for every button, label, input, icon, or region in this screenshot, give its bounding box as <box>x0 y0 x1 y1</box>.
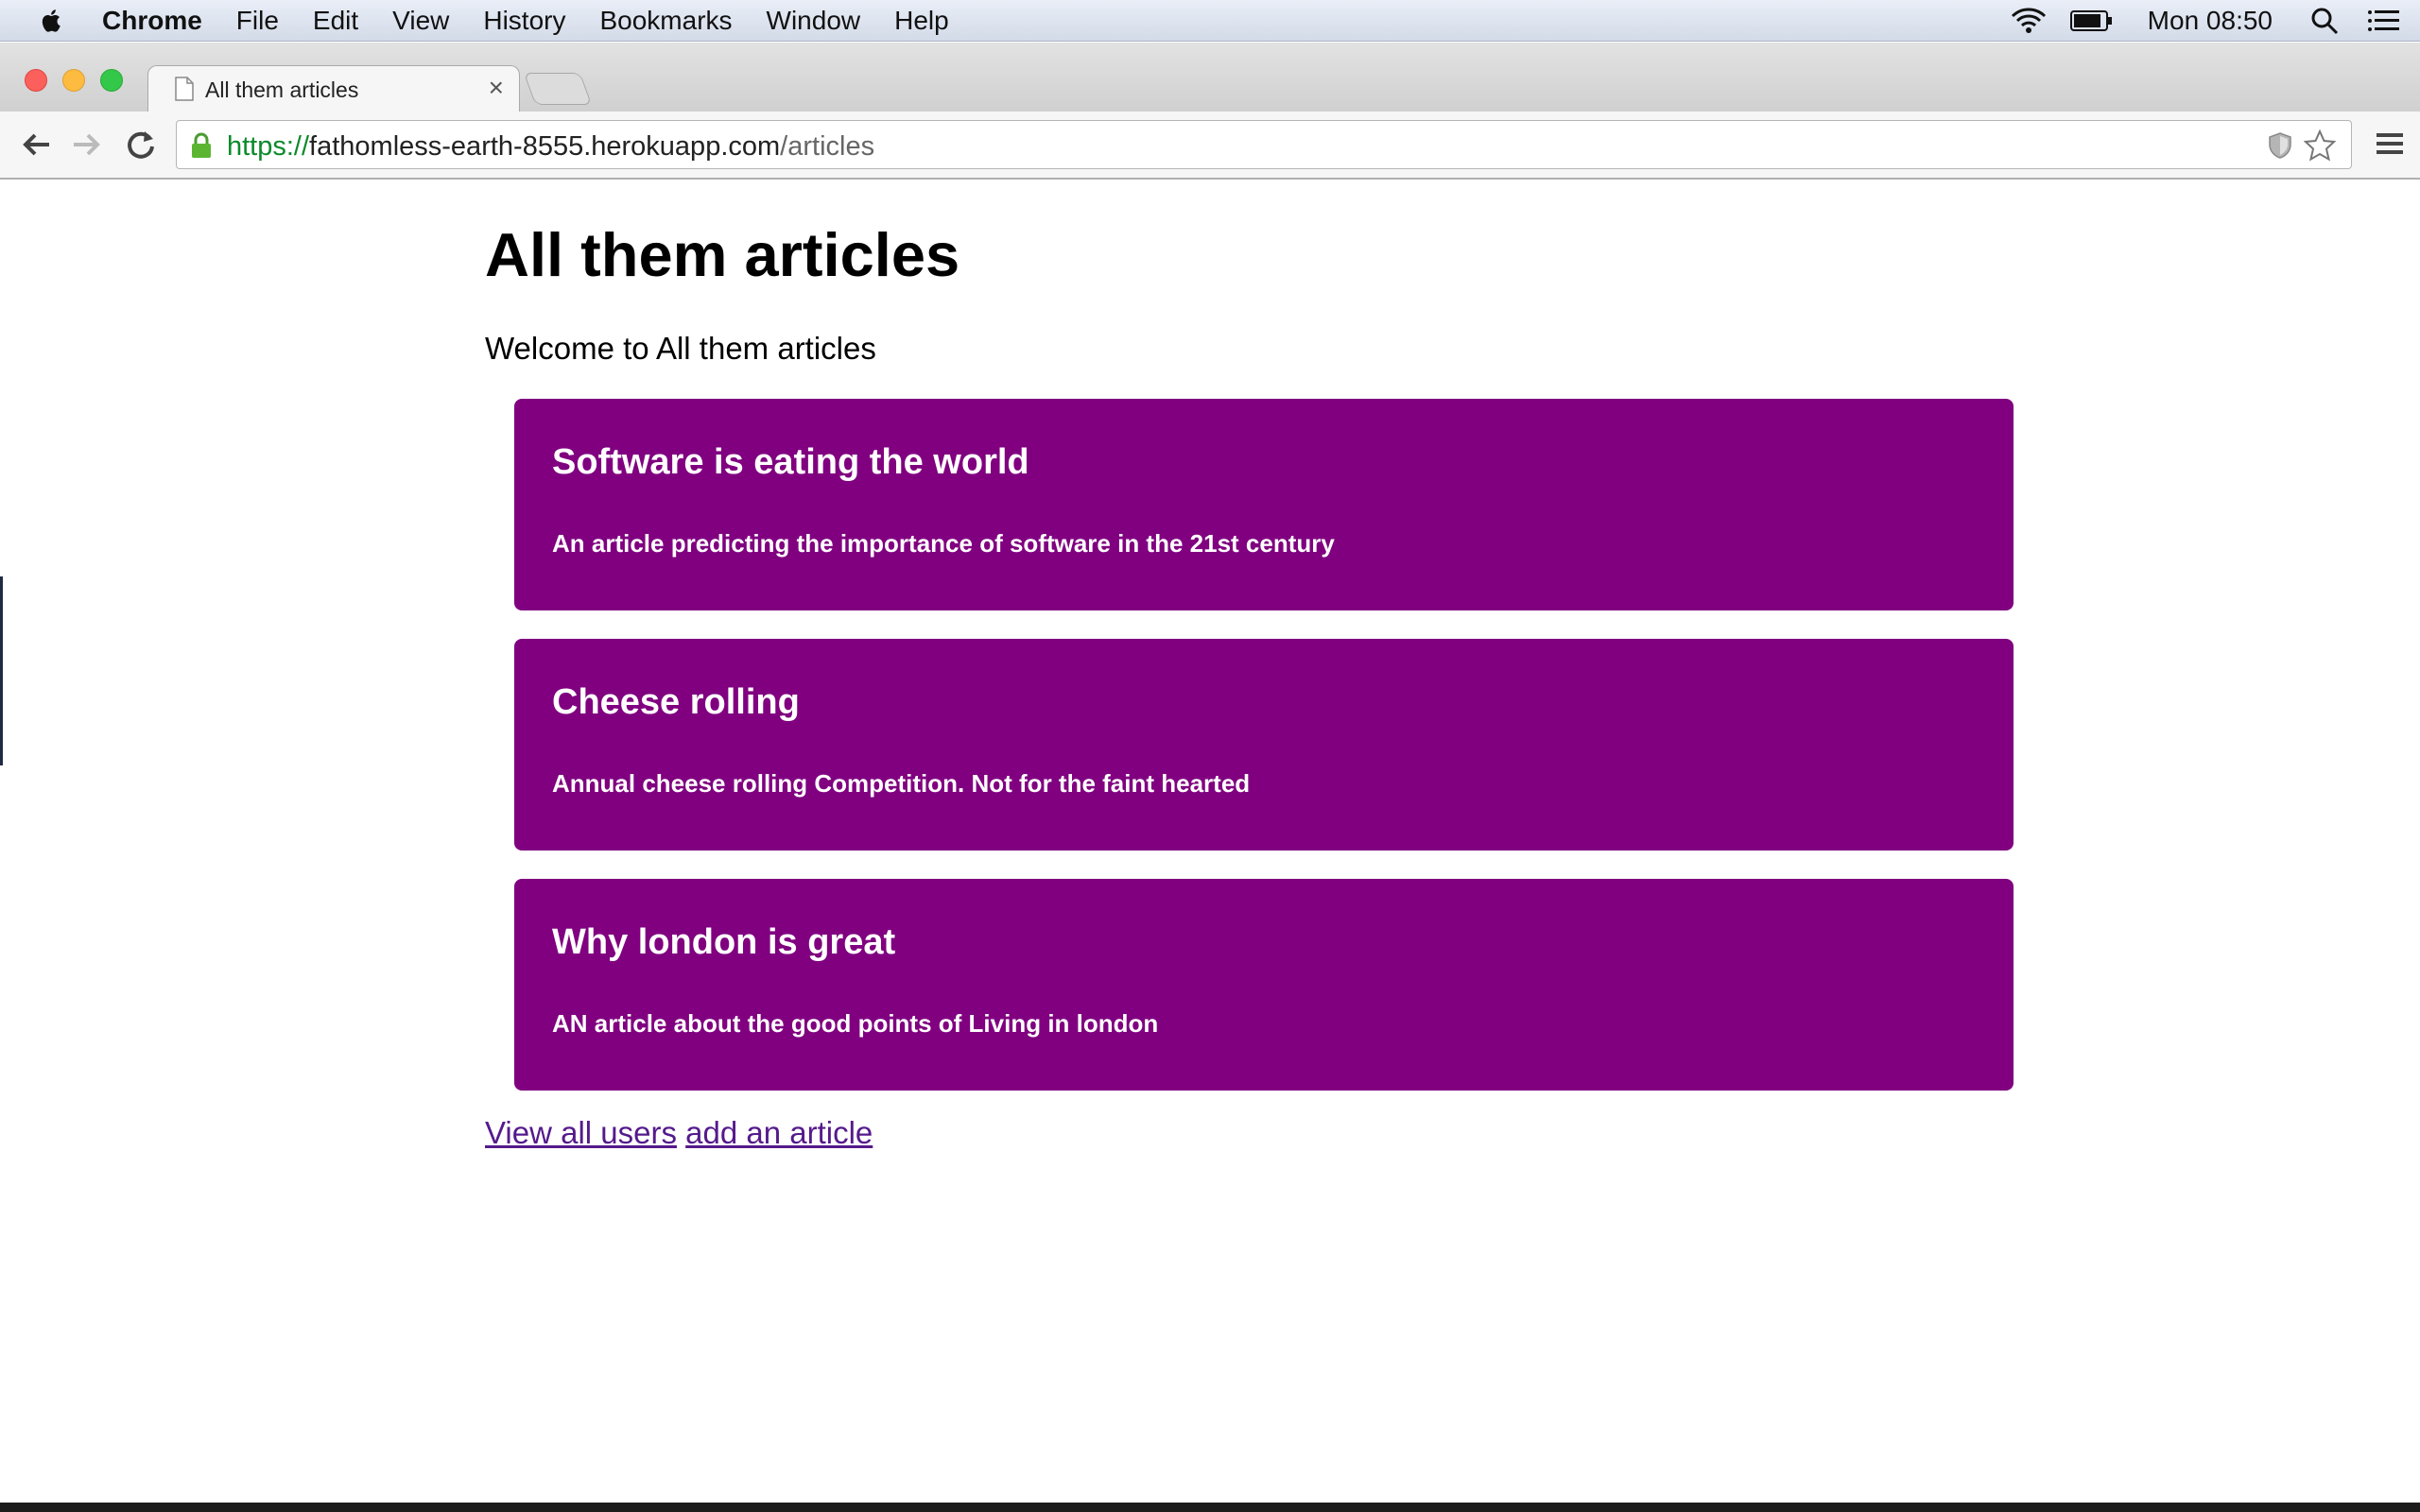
forward-arrow-icon[interactable] <box>70 128 104 162</box>
address-bar[interactable]: https://fathomless-earth-8555.herokuapp.… <box>176 120 2352 169</box>
article-card[interactable]: Why london is great AN article about the… <box>514 879 2014 1091</box>
zoom-window-button[interactable] <box>100 69 123 92</box>
url-path: /articles <box>780 131 875 162</box>
menu-help[interactable]: Help <box>894 6 949 36</box>
menu-window[interactable]: Window <box>767 6 861 36</box>
window-bottom-edge <box>0 1503 2420 1512</box>
new-tab-button[interactable] <box>523 73 593 105</box>
menu-view[interactable]: View <box>392 6 449 36</box>
article-description: AN article about the good points of Livi… <box>552 1009 1159 1038</box>
tab-title: All them articles <box>205 77 359 102</box>
back-arrow-icon[interactable] <box>19 128 53 162</box>
macos-menu-bar: Chrome File Edit View History Bookmarks … <box>0 0 2420 42</box>
desktop-edge <box>0 576 3 765</box>
article-description: An article predicting the importance of … <box>552 529 1335 558</box>
browser-toolbar: https://fathomless-earth-8555.herokuapp.… <box>0 112 2420 180</box>
article-title: Why london is great <box>552 922 896 962</box>
view-all-users-link[interactable]: View all users <box>485 1115 677 1150</box>
page-title: All them articles <box>485 220 960 289</box>
article-card[interactable]: Software is eating the world An article … <box>514 399 2014 610</box>
menu-history[interactable]: History <box>483 6 565 36</box>
menu-edit[interactable]: Edit <box>313 6 358 36</box>
menu-file[interactable]: File <box>236 6 279 36</box>
wifi-icon[interactable] <box>2010 7 2048 35</box>
apple-logo-icon[interactable] <box>38 7 66 35</box>
article-title: Software is eating the world <box>552 442 1029 482</box>
reload-icon[interactable] <box>125 128 157 162</box>
battery-icon[interactable] <box>2069 9 2114 32</box>
menu-bar-clock[interactable]: Mon 08:50 <box>2148 6 2273 36</box>
url-host: fathomless-earth-8555.herokuapp.com <box>309 131 781 162</box>
menu-bookmarks[interactable]: Bookmarks <box>599 6 732 36</box>
tab-all-them-articles[interactable]: All them articles × <box>147 65 520 112</box>
tab-strip: All them articles × <box>0 43 2420 112</box>
notification-center-icon[interactable] <box>2367 8 2401 34</box>
minimize-window-button[interactable] <box>62 69 85 92</box>
footer-links: View all users add an article <box>485 1115 873 1151</box>
welcome-text: Welcome to All them articles <box>485 331 876 366</box>
menu-chrome[interactable]: Chrome <box>102 6 202 36</box>
article-title: Cheese rolling <box>552 682 800 722</box>
article-description: Annual cheese rolling Competition. Not f… <box>552 769 1251 798</box>
shield-extension-icon[interactable] <box>2268 131 2292 160</box>
url-text[interactable]: https://fathomless-earth-8555.herokuapp.… <box>227 131 874 163</box>
bookmark-star-icon[interactable] <box>2304 129 2336 162</box>
close-window-button[interactable] <box>25 69 47 92</box>
tab-close-icon[interactable]: × <box>489 74 504 102</box>
article-card[interactable]: Cheese rolling Annual cheese rolling Com… <box>514 639 2014 850</box>
secure-lock-icon[interactable] <box>190 132 213 159</box>
spotlight-search-icon[interactable] <box>2310 7 2339 35</box>
add-article-link[interactable]: add an article <box>685 1115 873 1150</box>
page-icon <box>175 77 194 101</box>
url-scheme: https:// <box>227 131 310 162</box>
chrome-menu-icon[interactable] <box>2375 129 2405 159</box>
